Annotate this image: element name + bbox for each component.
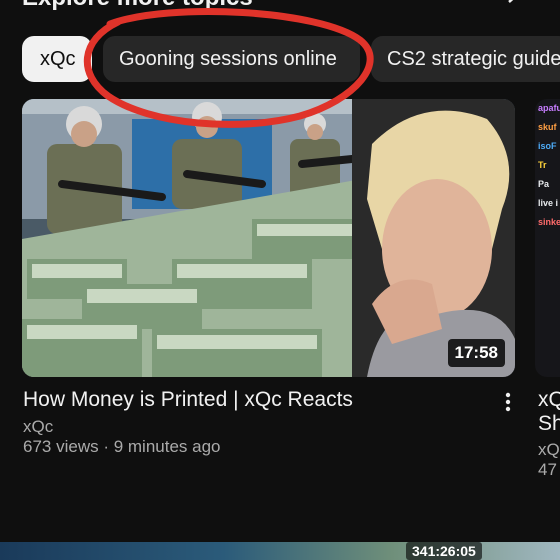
chip-cs2-strategic-guide[interactable]: CS2 strategic guide xyxy=(371,36,560,82)
chat-line: live i xyxy=(538,198,559,208)
topic-chips: xQc Gooning sessions online CS2 strategi… xyxy=(0,36,560,82)
chat-line: Tr xyxy=(538,160,547,170)
chat-line: isoF xyxy=(538,141,557,151)
title-line: Sh xyxy=(538,412,560,435)
chat-line: sinke xyxy=(538,217,560,227)
video-meta: 673 views · 9 minutes ago xyxy=(23,437,221,456)
chat-line: Pa xyxy=(538,179,550,189)
section-heading: Explore more topics xyxy=(22,0,253,12)
chip-gooning-sessions-online[interactable]: Gooning sessions online xyxy=(103,36,360,82)
chevron-right-icon[interactable] xyxy=(504,0,522,4)
title-line: xQ xyxy=(538,388,560,411)
chat-line: skuf xyxy=(538,122,557,132)
next-channel-name[interactable]: xQ xyxy=(538,440,560,460)
more-vert-icon[interactable] xyxy=(500,391,516,413)
video-thumbnail[interactable]: 17:58 xyxy=(22,99,515,377)
thumbnail-image xyxy=(22,99,515,377)
next-video-thumbnail[interactable]: apafu skuf isoF Tr Pa live i sinke xyxy=(535,99,560,377)
chat-line: apafu xyxy=(538,103,560,113)
video-duration-badge: 17:58 xyxy=(447,339,505,367)
channel-name[interactable]: xQc xyxy=(23,417,53,437)
next-video-meta: 47 xyxy=(538,460,557,479)
video-title[interactable]: How Money is Printed | xQc Reacts xyxy=(23,388,353,412)
chip-xqc[interactable]: xQc xyxy=(22,36,92,82)
bottom-video-duration: 341:26:05 xyxy=(406,542,482,560)
next-video-title[interactable]: xQ Sh xyxy=(538,388,560,436)
